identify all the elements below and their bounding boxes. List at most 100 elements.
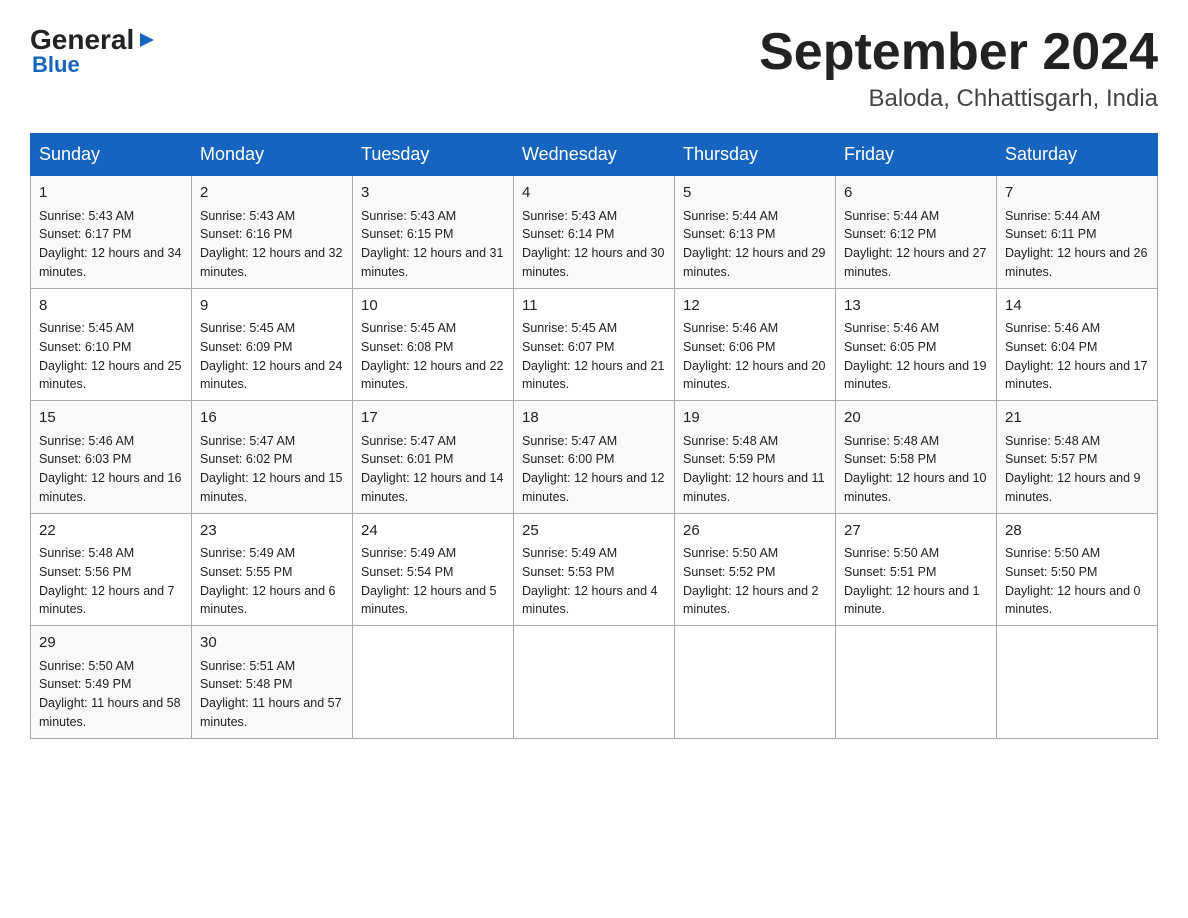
- day-info: Sunrise: 5:48 AMSunset: 5:58 PMDaylight:…: [844, 432, 988, 507]
- calendar-cell: 10 Sunrise: 5:45 AMSunset: 6:08 PMDaylig…: [353, 288, 514, 401]
- day-number: 30: [200, 632, 344, 655]
- day-number: 5: [683, 182, 827, 205]
- calendar-cell: 7 Sunrise: 5:44 AMSunset: 6:11 PMDayligh…: [997, 176, 1158, 289]
- day-info: Sunrise: 5:47 AMSunset: 6:00 PMDaylight:…: [522, 432, 666, 507]
- calendar-week-row: 1 Sunrise: 5:43 AMSunset: 6:17 PMDayligh…: [31, 176, 1158, 289]
- calendar-cell: 28 Sunrise: 5:50 AMSunset: 5:50 PMDaylig…: [997, 513, 1158, 626]
- day-number: 6: [844, 182, 988, 205]
- day-number: 8: [39, 295, 183, 318]
- day-info: Sunrise: 5:45 AMSunset: 6:10 PMDaylight:…: [39, 319, 183, 394]
- day-number: 22: [39, 520, 183, 543]
- day-number: 28: [1005, 520, 1149, 543]
- calendar-cell: 19 Sunrise: 5:48 AMSunset: 5:59 PMDaylig…: [675, 401, 836, 514]
- day-number: 19: [683, 407, 827, 430]
- day-info: Sunrise: 5:43 AMSunset: 6:14 PMDaylight:…: [522, 207, 666, 282]
- col-thursday: Thursday: [675, 134, 836, 176]
- day-info: Sunrise: 5:48 AMSunset: 5:56 PMDaylight:…: [39, 544, 183, 619]
- calendar-cell: 17 Sunrise: 5:47 AMSunset: 6:01 PMDaylig…: [353, 401, 514, 514]
- calendar-cell: 12 Sunrise: 5:46 AMSunset: 6:06 PMDaylig…: [675, 288, 836, 401]
- col-monday: Monday: [192, 134, 353, 176]
- calendar-cell: 2 Sunrise: 5:43 AMSunset: 6:16 PMDayligh…: [192, 176, 353, 289]
- calendar-cell: 8 Sunrise: 5:45 AMSunset: 6:10 PMDayligh…: [31, 288, 192, 401]
- calendar-cell: 20 Sunrise: 5:48 AMSunset: 5:58 PMDaylig…: [836, 401, 997, 514]
- day-number: 14: [1005, 295, 1149, 318]
- logo-triangle-icon: [136, 29, 158, 51]
- day-info: Sunrise: 5:48 AMSunset: 5:59 PMDaylight:…: [683, 432, 827, 507]
- day-info: Sunrise: 5:45 AMSunset: 6:07 PMDaylight:…: [522, 319, 666, 394]
- calendar-cell: 22 Sunrise: 5:48 AMSunset: 5:56 PMDaylig…: [31, 513, 192, 626]
- day-info: Sunrise: 5:46 AMSunset: 6:06 PMDaylight:…: [683, 319, 827, 394]
- day-info: Sunrise: 5:43 AMSunset: 6:15 PMDaylight:…: [361, 207, 505, 282]
- day-number: 2: [200, 182, 344, 205]
- day-info: Sunrise: 5:47 AMSunset: 6:01 PMDaylight:…: [361, 432, 505, 507]
- day-info: Sunrise: 5:49 AMSunset: 5:54 PMDaylight:…: [361, 544, 505, 619]
- day-number: 29: [39, 632, 183, 655]
- calendar-cell: 30 Sunrise: 5:51 AMSunset: 5:48 PMDaylig…: [192, 626, 353, 739]
- calendar-cell: 18 Sunrise: 5:47 AMSunset: 6:00 PMDaylig…: [514, 401, 675, 514]
- calendar-cell: 4 Sunrise: 5:43 AMSunset: 6:14 PMDayligh…: [514, 176, 675, 289]
- day-number: 12: [683, 295, 827, 318]
- day-info: Sunrise: 5:46 AMSunset: 6:05 PMDaylight:…: [844, 319, 988, 394]
- day-number: 13: [844, 295, 988, 318]
- day-number: 26: [683, 520, 827, 543]
- calendar-week-row: 15 Sunrise: 5:46 AMSunset: 6:03 PMDaylig…: [31, 401, 1158, 514]
- calendar-cell: 21 Sunrise: 5:48 AMSunset: 5:57 PMDaylig…: [997, 401, 1158, 514]
- page-header: General Blue September 2024 Baloda, Chha…: [30, 24, 1158, 113]
- day-number: 21: [1005, 407, 1149, 430]
- month-title: September 2024: [759, 24, 1158, 81]
- calendar-cell: [836, 626, 997, 739]
- calendar-week-row: 29 Sunrise: 5:50 AMSunset: 5:49 PMDaylig…: [31, 626, 1158, 739]
- location-title: Baloda, Chhattisgarh, India: [759, 85, 1158, 113]
- calendar-cell: 6 Sunrise: 5:44 AMSunset: 6:12 PMDayligh…: [836, 176, 997, 289]
- calendar-week-row: 22 Sunrise: 5:48 AMSunset: 5:56 PMDaylig…: [31, 513, 1158, 626]
- calendar-cell: 13 Sunrise: 5:46 AMSunset: 6:05 PMDaylig…: [836, 288, 997, 401]
- col-saturday: Saturday: [997, 134, 1158, 176]
- calendar-cell: [353, 626, 514, 739]
- day-number: 9: [200, 295, 344, 318]
- day-info: Sunrise: 5:45 AMSunset: 6:08 PMDaylight:…: [361, 319, 505, 394]
- col-sunday: Sunday: [31, 134, 192, 176]
- day-number: 27: [844, 520, 988, 543]
- day-info: Sunrise: 5:49 AMSunset: 5:55 PMDaylight:…: [200, 544, 344, 619]
- day-number: 25: [522, 520, 666, 543]
- col-friday: Friday: [836, 134, 997, 176]
- day-number: 20: [844, 407, 988, 430]
- calendar-cell: [997, 626, 1158, 739]
- day-info: Sunrise: 5:44 AMSunset: 6:12 PMDaylight:…: [844, 207, 988, 282]
- day-number: 18: [522, 407, 666, 430]
- calendar-cell: 14 Sunrise: 5:46 AMSunset: 6:04 PMDaylig…: [997, 288, 1158, 401]
- calendar-header-row: Sunday Monday Tuesday Wednesday Thursday…: [31, 134, 1158, 176]
- day-info: Sunrise: 5:47 AMSunset: 6:02 PMDaylight:…: [200, 432, 344, 507]
- calendar-cell: 1 Sunrise: 5:43 AMSunset: 6:17 PMDayligh…: [31, 176, 192, 289]
- logo-blue-label: Blue: [32, 52, 158, 78]
- calendar-cell: 27 Sunrise: 5:50 AMSunset: 5:51 PMDaylig…: [836, 513, 997, 626]
- day-info: Sunrise: 5:50 AMSunset: 5:52 PMDaylight:…: [683, 544, 827, 619]
- day-number: 17: [361, 407, 505, 430]
- day-number: 24: [361, 520, 505, 543]
- day-info: Sunrise: 5:50 AMSunset: 5:51 PMDaylight:…: [844, 544, 988, 619]
- day-info: Sunrise: 5:44 AMSunset: 6:11 PMDaylight:…: [1005, 207, 1149, 282]
- calendar-cell: 11 Sunrise: 5:45 AMSunset: 6:07 PMDaylig…: [514, 288, 675, 401]
- calendar-cell: 23 Sunrise: 5:49 AMSunset: 5:55 PMDaylig…: [192, 513, 353, 626]
- calendar-week-row: 8 Sunrise: 5:45 AMSunset: 6:10 PMDayligh…: [31, 288, 1158, 401]
- day-number: 11: [522, 295, 666, 318]
- day-info: Sunrise: 5:48 AMSunset: 5:57 PMDaylight:…: [1005, 432, 1149, 507]
- calendar-cell: 3 Sunrise: 5:43 AMSunset: 6:15 PMDayligh…: [353, 176, 514, 289]
- calendar-cell: 15 Sunrise: 5:46 AMSunset: 6:03 PMDaylig…: [31, 401, 192, 514]
- day-info: Sunrise: 5:45 AMSunset: 6:09 PMDaylight:…: [200, 319, 344, 394]
- day-number: 1: [39, 182, 183, 205]
- day-number: 23: [200, 520, 344, 543]
- day-info: Sunrise: 5:44 AMSunset: 6:13 PMDaylight:…: [683, 207, 827, 282]
- day-number: 3: [361, 182, 505, 205]
- day-number: 10: [361, 295, 505, 318]
- logo: General Blue: [30, 24, 158, 78]
- day-info: Sunrise: 5:50 AMSunset: 5:49 PMDaylight:…: [39, 657, 183, 732]
- col-wednesday: Wednesday: [514, 134, 675, 176]
- day-info: Sunrise: 5:46 AMSunset: 6:03 PMDaylight:…: [39, 432, 183, 507]
- day-info: Sunrise: 5:46 AMSunset: 6:04 PMDaylight:…: [1005, 319, 1149, 394]
- day-info: Sunrise: 5:49 AMSunset: 5:53 PMDaylight:…: [522, 544, 666, 619]
- calendar-cell: [514, 626, 675, 739]
- title-area: September 2024 Baloda, Chhattisgarh, Ind…: [759, 24, 1158, 113]
- calendar-cell: 5 Sunrise: 5:44 AMSunset: 6:13 PMDayligh…: [675, 176, 836, 289]
- day-info: Sunrise: 5:43 AMSunset: 6:17 PMDaylight:…: [39, 207, 183, 282]
